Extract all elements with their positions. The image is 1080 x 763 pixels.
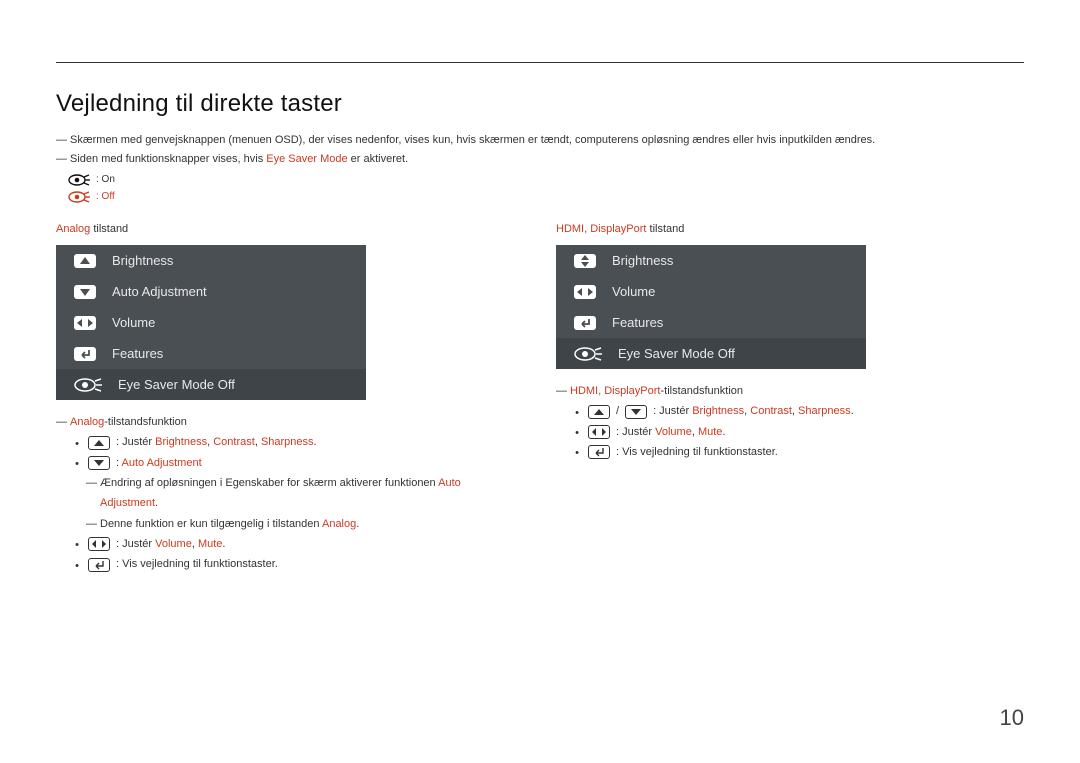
osd-row-features: Features xyxy=(556,307,866,338)
eye-off-icon xyxy=(68,191,90,203)
analog-column: Analog tilstand Brightness Auto Adjustme… xyxy=(56,223,486,575)
dash-icon: ― xyxy=(86,473,96,493)
dash-icon: ― xyxy=(86,514,96,534)
enter-icon xyxy=(88,558,110,572)
left-right-icon xyxy=(570,283,600,301)
hdmi-column: HDMI, DisplayPort tilstand Brightness Vo… xyxy=(556,223,986,575)
page-title: Vejledning til direkte taster xyxy=(56,90,1024,118)
dash-icon: ― xyxy=(56,412,66,432)
dash-icon: ― xyxy=(56,132,66,149)
hdmi-notes: ― HDMI, DisplayPort-tilstandsfunktion • … xyxy=(556,381,986,462)
osd-row-volume: Volume xyxy=(56,307,366,338)
enter-icon xyxy=(70,345,100,363)
arrow-down-icon xyxy=(70,283,100,301)
arrow-down-icon xyxy=(88,456,110,470)
osd-row-volume: Volume xyxy=(556,276,866,307)
page-number: 10 xyxy=(1000,705,1024,731)
hdmi-mode-label: HDMI, DisplayPort tilstand xyxy=(556,223,986,235)
osd-row-auto: Auto Adjustment xyxy=(56,276,366,307)
left-right-icon xyxy=(88,537,110,551)
hdmi-osd-panel: Brightness Volume Features Eye Saver Mod… xyxy=(556,245,866,369)
bullet-icon: • xyxy=(72,459,82,470)
bullet-icon: • xyxy=(72,540,82,551)
bullet-icon: • xyxy=(72,439,82,450)
intro-line-2: Siden med funktionsknapper vises, hvis E… xyxy=(70,151,408,168)
eye-off-icon xyxy=(570,345,606,363)
analog-mode-label: Analog tilstand xyxy=(56,223,486,235)
left-right-icon xyxy=(70,314,100,332)
osd-row-eyesaver: Eye Saver Mode Off xyxy=(556,338,866,369)
eye-on-icon xyxy=(68,174,90,186)
arrow-up-icon xyxy=(588,405,610,419)
dash-icon: ― xyxy=(556,381,566,401)
left-right-icon xyxy=(588,425,610,439)
bullet-icon: • xyxy=(572,428,582,439)
arrow-up-icon xyxy=(88,436,110,450)
analog-osd-panel: Brightness Auto Adjustment Volume Featur… xyxy=(56,245,366,400)
legend-off: : Off xyxy=(96,188,115,205)
osd-row-features: Features xyxy=(56,338,366,369)
up-down-icon xyxy=(570,252,600,270)
dash-icon: ― xyxy=(56,151,66,168)
bullet-icon: • xyxy=(572,448,582,459)
osd-row-brightness: Brightness xyxy=(56,245,366,276)
arrow-down-icon xyxy=(625,405,647,419)
legend-on: : On xyxy=(96,171,115,188)
intro-line-1: Skærmen med genvejsknappen (menuen OSD),… xyxy=(70,132,875,149)
osd-row-brightness: Brightness xyxy=(556,245,866,276)
legend: : On : Off xyxy=(68,171,1024,205)
arrow-up-icon xyxy=(70,252,100,270)
eye-off-icon xyxy=(70,376,106,394)
intro-block: ― Skærmen med genvejsknappen (menuen OSD… xyxy=(56,132,1024,205)
enter-icon xyxy=(570,314,600,332)
enter-icon xyxy=(588,445,610,459)
bullet-icon: • xyxy=(72,561,82,572)
bullet-icon: • xyxy=(572,408,582,419)
osd-row-eyesaver: Eye Saver Mode Off xyxy=(56,369,366,400)
top-rule xyxy=(56,62,1024,63)
analog-notes: ― Analog-tilstandsfunktion • : Justér Br… xyxy=(56,412,486,575)
